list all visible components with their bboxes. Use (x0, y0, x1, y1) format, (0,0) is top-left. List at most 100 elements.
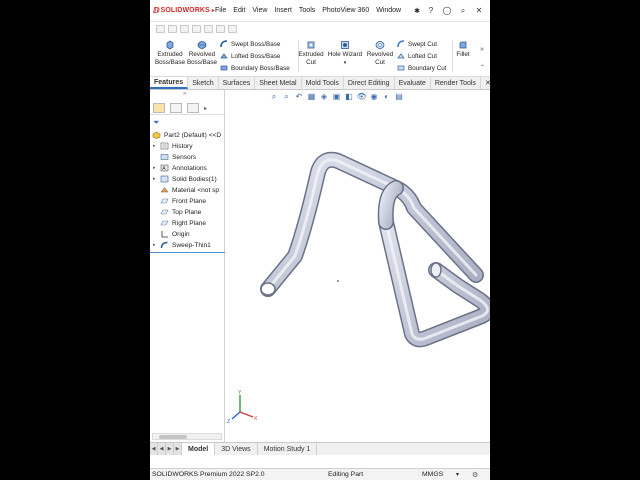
revolved-cut-label-2: Cut (375, 59, 385, 66)
property-manager-tab-icon[interactable] (170, 103, 182, 113)
prev-tab-icon[interactable]: ◀ (158, 443, 166, 455)
panel-horizontal-scrollbar[interactable] (152, 433, 222, 440)
pin-icon[interactable]: ✱ (414, 7, 420, 15)
menu-window[interactable]: Window (376, 7, 401, 14)
solidworks-logo[interactable]: ⅅ SOLIDWORKS ▸ (153, 6, 215, 15)
tab-mold-tools[interactable]: Mold Tools (302, 77, 344, 89)
hole-wizard-button[interactable]: Hole Wizard ▾ (326, 40, 364, 67)
tree-item-sensors[interactable]: Sensors (153, 152, 225, 162)
tree-item-top-plane[interactable]: Top Plane (153, 207, 225, 217)
tabs-close-icon[interactable]: ✕ (481, 77, 490, 89)
ribbon-collapse-icon[interactable]: ⌃ (480, 64, 485, 71)
tree-item-front-plane[interactable]: Front Plane (153, 196, 225, 206)
tree-item-right-plane[interactable]: Right Plane (153, 218, 225, 228)
fillet-label: Fillet (456, 51, 470, 58)
menu-photoview[interactable]: PhotoView 360 (322, 7, 369, 14)
tab-3d-views[interactable]: 3D Views (215, 443, 258, 455)
extruded-cut-button[interactable]: Extruded Cut (295, 40, 327, 67)
revolve-icon (197, 41, 207, 49)
filter-icon[interactable]: ⏷ (153, 118, 159, 128)
expand-arrow-icon[interactable]: ▸ (153, 176, 160, 182)
swept-tube-model[interactable]: Y X Z (226, 90, 490, 442)
tree-item-label: Sweep-Thin1 (172, 241, 211, 249)
ribbon-expand-icon[interactable]: » (480, 46, 484, 53)
sensors-icon (160, 154, 169, 160)
menu-bar: ⅅ SOLIDWORKS ▸ File Edit View Insert Too… (150, 0, 490, 22)
feature-manager-panel: » ▸ ⏷ Part2 (Default) <<D ▸ History Sens… (150, 90, 225, 442)
hole-wizard-icon (341, 41, 349, 49)
tree-item-origin[interactable]: Origin (153, 229, 225, 239)
boundary-cut-button[interactable]: Boundary Cut (397, 64, 447, 72)
swept-cut-button[interactable]: Swept Cut (397, 40, 437, 48)
menu-insert[interactable]: Insert (274, 7, 292, 14)
svg-text:Y: Y (238, 390, 242, 396)
tree-item-label: Material <not sp (172, 186, 220, 194)
expand-arrow-icon[interactable]: ▸ (153, 143, 160, 149)
tab-motion-study-1[interactable]: Motion Study 1 (258, 443, 318, 455)
status-units[interactable]: MMGS (422, 471, 443, 478)
new-document-icon[interactable] (156, 25, 165, 33)
rollback-bar[interactable] (150, 252, 225, 253)
last-tab-icon[interactable]: ▶ (174, 443, 182, 455)
rebuild-icon[interactable] (216, 25, 225, 33)
menu-tools[interactable]: Tools (299, 7, 315, 14)
tree-item-material[interactable]: Material <not sp (153, 185, 225, 195)
tree-item-annotations[interactable]: ▸ A Annotations (153, 163, 225, 173)
tree-root-part[interactable]: Part2 (Default) <<D (152, 130, 225, 140)
tab-evaluate[interactable]: Evaluate (395, 77, 431, 89)
first-tab-icon[interactable]: ◀ (150, 443, 158, 455)
tab-surfaces[interactable]: Surfaces (219, 77, 256, 89)
tree-item-sweep-thin1[interactable]: ▸ Sweep-Thin1 (153, 240, 225, 250)
panel-more-icon[interactable]: ▸ (204, 105, 207, 112)
expand-arrow-icon[interactable]: ▸ (153, 165, 160, 171)
tab-render-tools[interactable]: Render Tools (431, 77, 481, 89)
search-icon[interactable]: ⌕ (458, 6, 468, 16)
lofted-cut-button[interactable]: Lofted Cut (397, 52, 437, 60)
revolved-cut-button[interactable]: Revolved Cut (364, 40, 396, 67)
graphics-area[interactable]: ⌕ ⌕ ↶ ▦ ◈ ▣ ◧ 👁 ◉ ◐ ▤ Y X Z (226, 90, 490, 442)
menu-view[interactable]: View (252, 7, 267, 14)
expand-arrow-icon[interactable]: ▸ (153, 242, 160, 248)
user-icon[interactable]: ◯ (442, 6, 452, 16)
settings-icon[interactable]: ⚙ (472, 471, 478, 479)
units-dropdown-icon[interactable]: ▾ (456, 471, 459, 478)
lofted-cut-label: Lofted Cut (408, 52, 438, 60)
next-tab-icon[interactable]: ▶ (166, 443, 174, 455)
fillet-button[interactable]: Fillet (454, 40, 472, 59)
tab-model[interactable]: Model (182, 443, 216, 455)
undo-icon[interactable] (204, 25, 213, 33)
print-icon[interactable] (192, 25, 201, 33)
panel-tab-strip: ▸ (150, 102, 225, 115)
sweep-icon (220, 40, 228, 48)
tree-item-solid-bodies[interactable]: ▸ Solid Bodies(1) (153, 174, 225, 184)
menu-edit[interactable]: Edit (233, 7, 245, 14)
options-icon[interactable] (228, 25, 237, 33)
tree-item-label: Annotations (172, 164, 207, 172)
boundary-cut-label: Boundary Cut (408, 64, 447, 72)
open-icon[interactable] (168, 25, 177, 33)
extruded-boss-button[interactable]: Extruded Boss/Base (154, 40, 186, 67)
save-icon[interactable] (180, 25, 189, 33)
tree-item-history[interactable]: ▸ History (153, 141, 225, 151)
feature-manager-tab-icon[interactable] (153, 103, 165, 113)
boundary-boss-button[interactable]: Boundary Boss/Base (220, 64, 290, 72)
tab-sketch[interactable]: Sketch (188, 77, 219, 89)
menu-file[interactable]: File (215, 7, 226, 14)
configuration-manager-tab-icon[interactable] (187, 103, 199, 113)
panel-expand-icon[interactable]: » (183, 91, 186, 97)
scrollbar-thumb[interactable] (159, 435, 187, 439)
lofted-boss-button[interactable]: Lofted Boss/Base (220, 52, 280, 60)
tab-direct-editing[interactable]: Direct Editing (344, 77, 395, 89)
chevron-down-icon[interactable]: ▾ (344, 60, 347, 66)
ds-logo-icon: ⅅ (153, 6, 160, 15)
boundary-cut-icon (397, 65, 405, 71)
swept-cut-icon (397, 40, 405, 48)
tab-sheet-metal[interactable]: Sheet Metal (255, 77, 302, 89)
revolved-boss-button[interactable]: Revolved Boss/Base (186, 40, 218, 67)
quick-access-toolbar (150, 22, 490, 36)
swept-boss-button[interactable]: Swept Boss/Base (220, 40, 280, 48)
tree-item-label: Origin (172, 230, 190, 238)
tab-features[interactable]: Features (150, 77, 189, 89)
close-icon[interactable]: ✕ (474, 6, 484, 16)
help-icon[interactable]: ? (426, 6, 436, 16)
